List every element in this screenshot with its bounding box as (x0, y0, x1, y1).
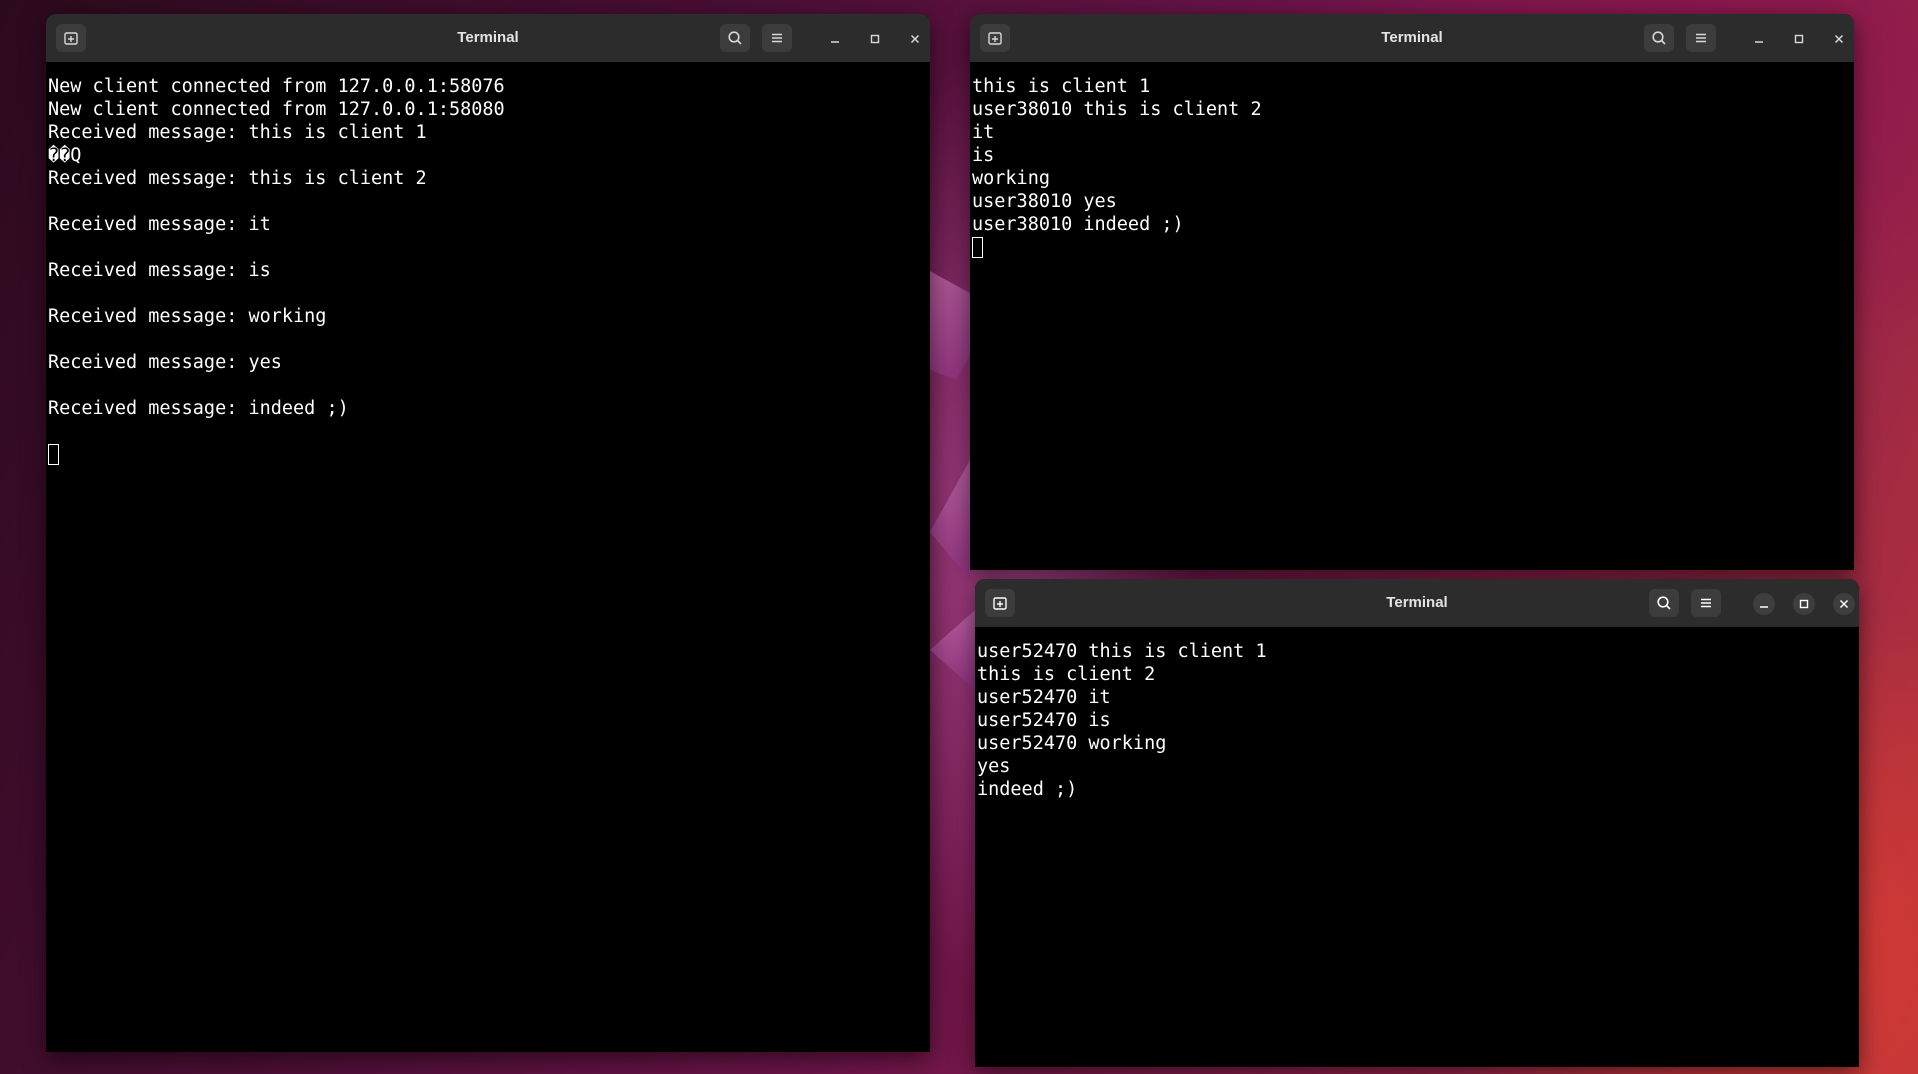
terminal-output[interactable]: this is client 1 user38010 this is clien… (970, 62, 1854, 570)
maximize-button[interactable] (1788, 28, 1810, 50)
output-line: user38010 indeed ;) (972, 214, 1184, 235)
output-line: Received message: is (48, 260, 271, 281)
minimize-icon (831, 41, 839, 43)
output-line: working (972, 168, 1050, 189)
output-line: Received message: indeed ;) (48, 398, 349, 419)
minimize-icon (1760, 606, 1768, 608)
output-line: Received message: it (48, 214, 271, 235)
output-line: this is client 1 (972, 76, 1151, 97)
terminal-window-server[interactable]: Terminal New client connected from 127.0… (46, 14, 930, 1052)
output-line: it (972, 122, 995, 143)
output-line: ��Q (48, 145, 82, 166)
output-line: indeed ;) (977, 779, 1078, 800)
prompt-line (972, 236, 1854, 259)
close-button[interactable] (1828, 28, 1850, 50)
titlebar[interactable]: Terminal (970, 14, 1854, 62)
terminal-output[interactable]: user52470 this is client 1 this is clien… (975, 627, 1859, 1067)
wallpaper-facet (930, 460, 970, 580)
output-line: user52470 it (977, 687, 1111, 708)
search-button[interactable] (1649, 589, 1679, 617)
menu-button[interactable] (762, 24, 792, 52)
hamburger-menu-icon (1696, 33, 1706, 43)
minimize-button[interactable] (824, 28, 846, 50)
output-line: user52470 this is client 1 (977, 641, 1267, 662)
hamburger-menu-icon (1701, 598, 1711, 608)
output-line: user52470 is (977, 710, 1111, 731)
titlebar[interactable]: Terminal (46, 14, 930, 62)
maximize-button[interactable] (1793, 593, 1815, 615)
output-line: yes (977, 756, 1011, 777)
text-cursor (48, 444, 59, 465)
search-button[interactable] (1644, 24, 1674, 52)
window-title: Terminal (1381, 29, 1443, 46)
terminal-window-client-2[interactable]: Terminal user52470 this is client 1 this… (975, 579, 1859, 1067)
close-icon (1839, 599, 1849, 609)
minimize-icon (1755, 41, 1763, 43)
output-line: is (972, 145, 995, 166)
output-line: Received message: this is client 1 (48, 122, 427, 143)
maximize-icon (1799, 599, 1809, 609)
output-line: this is client 2 (977, 664, 1156, 685)
close-icon (910, 34, 920, 44)
hamburger-menu-icon (772, 33, 782, 43)
output-line: Received message: this is client 2 (48, 168, 427, 189)
text-cursor (972, 237, 983, 258)
wallpaper-facet (930, 610, 975, 690)
search-button[interactable] (720, 24, 750, 52)
close-button[interactable] (904, 28, 926, 50)
output-line: Received message: yes (48, 352, 282, 373)
menu-button[interactable] (1691, 589, 1721, 617)
terminal-window-client-1[interactable]: Terminal this is client 1 user38010 this… (970, 14, 1854, 570)
maximize-icon (870, 34, 880, 44)
close-button[interactable] (1833, 593, 1855, 615)
window-title: Terminal (457, 29, 519, 46)
maximize-button[interactable] (864, 28, 886, 50)
output-line: user38010 this is client 2 (972, 99, 1262, 120)
maximize-icon (1794, 34, 1804, 44)
window-title: Terminal (1386, 594, 1448, 611)
prompt-line (48, 443, 930, 466)
output-line: user52470 working (977, 733, 1167, 754)
search-icon (728, 31, 742, 45)
output-line: Received message: working (48, 306, 327, 327)
minimize-button[interactable] (1753, 593, 1775, 615)
search-icon (1652, 31, 1666, 45)
close-icon (1834, 34, 1844, 44)
minimize-button[interactable] (1748, 28, 1770, 50)
search-icon (1657, 596, 1671, 610)
output-line: user38010 yes (972, 191, 1117, 212)
terminal-output[interactable]: New client connected from 127.0.0.1:5807… (46, 62, 930, 1052)
titlebar[interactable]: Terminal (975, 579, 1859, 627)
output-line: New client connected from 127.0.0.1:5807… (48, 76, 505, 97)
menu-button[interactable] (1686, 24, 1716, 52)
output-line: New client connected from 127.0.0.1:5808… (48, 99, 505, 120)
